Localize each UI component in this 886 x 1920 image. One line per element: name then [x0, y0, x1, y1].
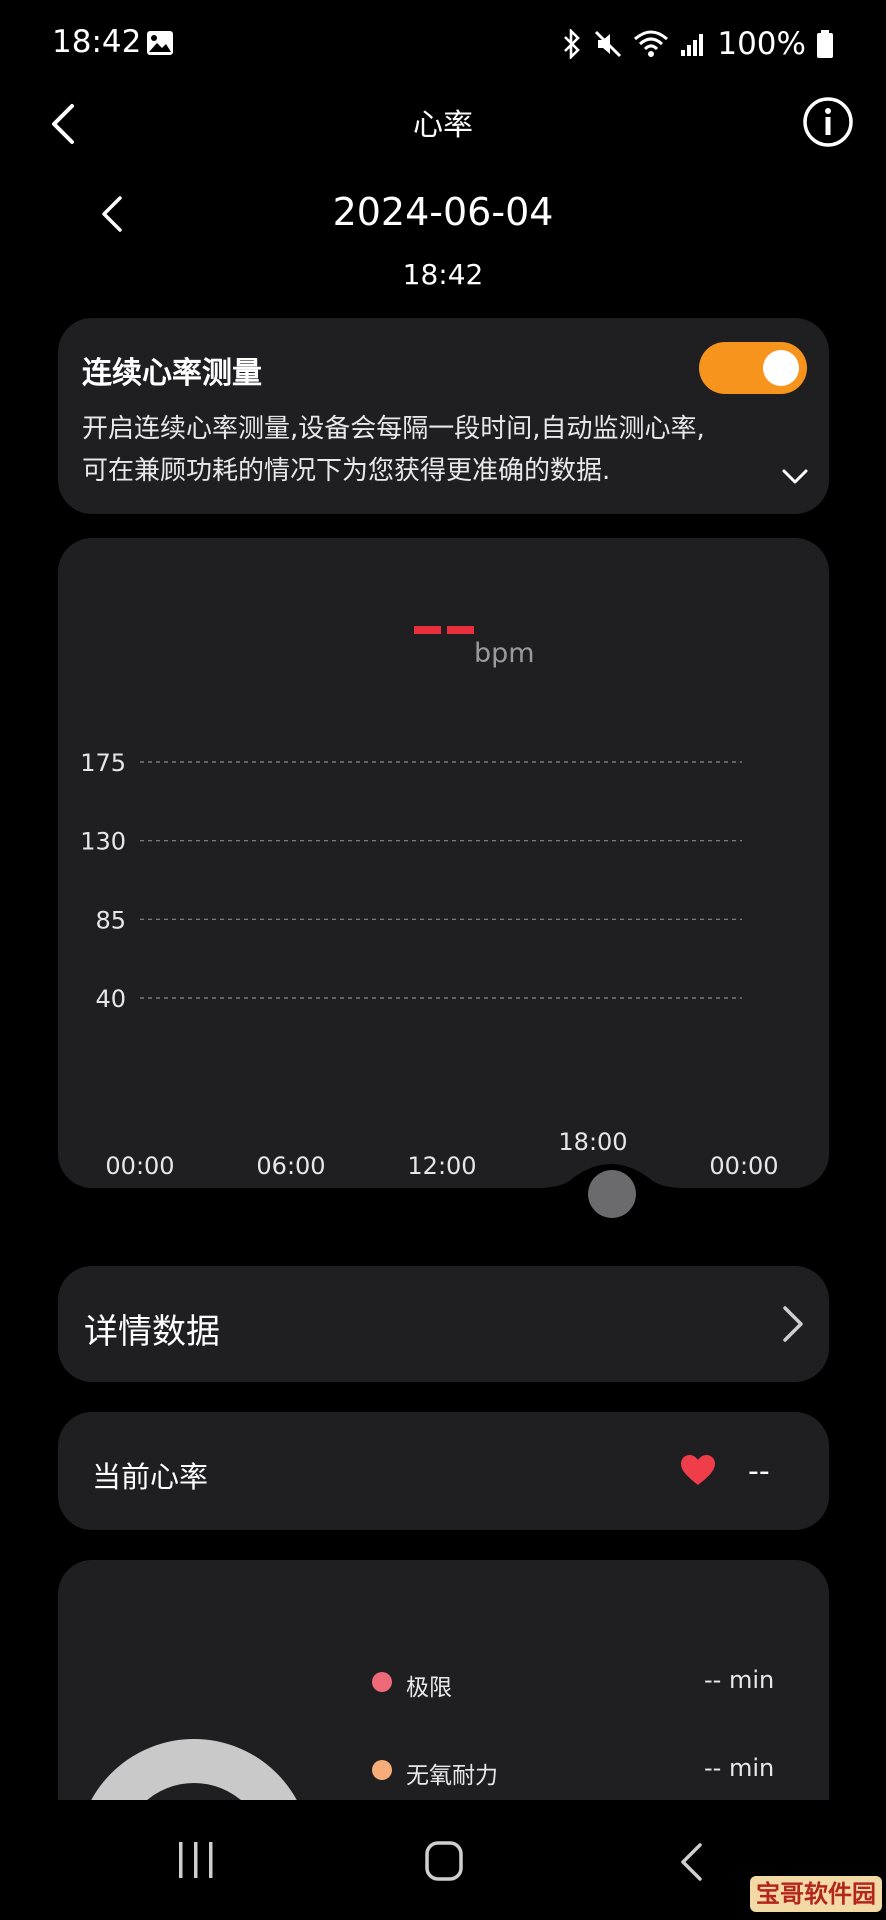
current-hr-card: 当前心率 -- — [58, 1412, 829, 1530]
recents-icon[interactable] — [176, 1840, 216, 1880]
zone-dot-extreme — [372, 1672, 392, 1692]
zone-value-anaerobic: -- min — [704, 1754, 775, 1782]
continuous-hr-title: 连续心率测量 — [82, 356, 262, 391]
info-icon[interactable] — [802, 96, 854, 148]
heart-icon — [681, 1455, 715, 1485]
zone-value-extreme: -- min — [704, 1666, 775, 1694]
watermark-logo: 宝哥软件园 — [750, 1876, 882, 1912]
date-label[interactable]: 2024-06-04 — [0, 190, 886, 234]
gallery-icon — [147, 31, 173, 55]
y-tick-label: 40 — [95, 985, 126, 1013]
zone-name-extreme: 极限 — [406, 1675, 452, 1701]
detail-data-row[interactable]: 详情数据 — [58, 1266, 829, 1382]
page-title: 心率 — [413, 108, 473, 143]
description-line-1: 开启连续心率测量,设备会每隔一段时间,自动监测心率, — [82, 414, 705, 444]
x-tick-label: 00:00 — [709, 1152, 778, 1180]
toggle-knob — [763, 350, 799, 386]
zone-dot-anaerobic — [372, 1760, 392, 1780]
mute-icon — [595, 30, 622, 58]
continuous-hr-description: 开启连续心率测量,设备会每隔一段时间,自动监测心率, 可在兼顾功耗的情况下为您获… — [82, 408, 782, 492]
detail-data-label: 详情数据 — [84, 1312, 220, 1352]
status-bar: 18:42 100% — [0, 0, 886, 90]
status-icons: 100% — [561, 24, 834, 64]
battery-percent: 100% — [717, 26, 806, 62]
heart-rate-chart-card: bpm 175 130 85 40 00:00 06:00 12:00 18:00 00:00 — [58, 538, 829, 1188]
status-time: 18:42 — [52, 24, 142, 60]
zone-name-anaerobic: 无氧耐力 — [406, 1763, 498, 1789]
description-line-2: 可在兼顾功耗的情况下为您获得更准确的数据. — [82, 456, 611, 486]
time-label: 18:42 — [402, 258, 484, 291]
x-tick-label: 12:00 — [407, 1152, 476, 1180]
home-icon[interactable] — [424, 1840, 464, 1882]
y-tick-label: 130 — [80, 828, 126, 856]
bluetooth-icon — [564, 29, 581, 59]
x-tick-label: 00:00 — [105, 1152, 174, 1180]
signal-icon — [681, 34, 704, 56]
heart-rate-chart[interactable]: 175 130 85 40 00:00 06:00 12:00 18:00 00:00 — [58, 538, 829, 1188]
x-tick-label: 18:00 — [558, 1128, 627, 1156]
nav-back-icon[interactable] — [676, 1842, 706, 1882]
current-hr-value: -- — [748, 1454, 770, 1489]
battery-icon — [817, 30, 833, 58]
x-tick-label: 06:00 — [256, 1152, 325, 1180]
continuous-hr-toggle[interactable] — [699, 342, 807, 394]
continuous-hr-card: 连续心率测量 开启连续心率测量,设备会每隔一段时间,自动监测心率, 可在兼顾功耗… — [58, 318, 829, 514]
wifi-icon — [634, 30, 669, 57]
y-tick-label: 175 — [80, 749, 126, 777]
current-hr-label: 当前心率 — [92, 1460, 209, 1494]
chevron-right-icon — [783, 1306, 803, 1342]
chevron-down-icon[interactable] — [779, 460, 811, 492]
chart-scrub-handle[interactable] — [588, 1170, 636, 1218]
y-tick-label: 85 — [95, 906, 126, 934]
